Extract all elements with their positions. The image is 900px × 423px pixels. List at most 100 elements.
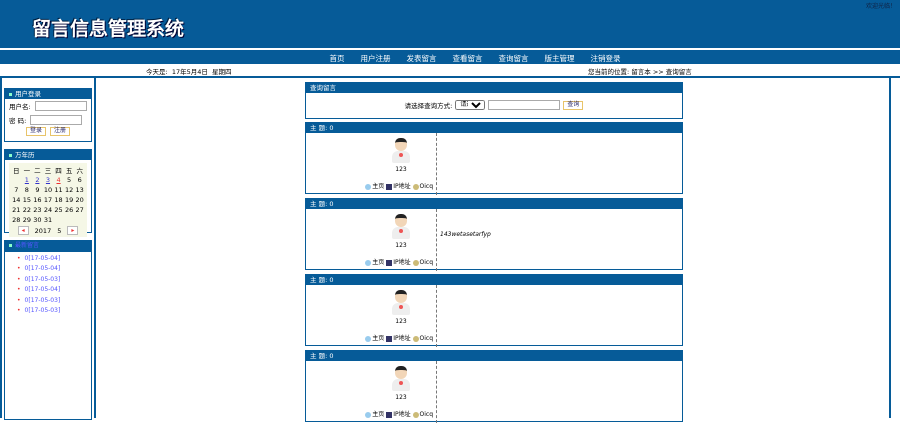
calendar-day[interactable]: 6	[74, 175, 85, 185]
calendar-day[interactable]: 27	[74, 205, 85, 215]
subject: 0	[329, 352, 334, 360]
calendar-day[interactable]: 31	[43, 215, 54, 225]
computer-icon	[386, 259, 393, 266]
calendar-day[interactable]: 23	[32, 205, 43, 215]
recent-item-link[interactable]: 0[17-05-04]	[25, 255, 61, 262]
password-input[interactable]	[30, 115, 83, 125]
calendar-day[interactable]: 13	[74, 185, 85, 195]
nav-post[interactable]: 发表留言	[400, 50, 444, 64]
calendar-day[interactable]: 22	[22, 205, 33, 215]
bullet-icon	[9, 244, 12, 247]
ip-link[interactable]: IP地址	[393, 335, 410, 342]
message-text: 143wetasetarfyp	[440, 231, 491, 238]
home-link[interactable]: 主页	[372, 335, 384, 342]
avatar	[390, 366, 412, 392]
breadcrumb: 您当前的位置: 留言本 >> 查询留言	[588, 66, 692, 76]
home-link[interactable]: 主页	[372, 183, 384, 190]
recent-item[interactable]: • 0[17-05-04]	[11, 264, 91, 275]
subject: 0	[329, 200, 334, 208]
recent-item-link[interactable]: 0[17-05-03]	[25, 307, 61, 314]
qq-link[interactable]: Oicq	[420, 183, 434, 190]
computer-icon	[386, 411, 393, 418]
recent-item-link[interactable]: 0[17-05-04]	[25, 286, 61, 293]
qq-link[interactable]: Oicq	[420, 259, 434, 266]
header: 留言信息管理系统 欢迎光临！	[0, 0, 900, 48]
search-input[interactable]	[488, 100, 561, 110]
calendar-day[interactable]: 3	[43, 175, 54, 185]
recent-item[interactable]: • 0[17-05-03]	[11, 296, 91, 307]
calendar-day[interactable]: 2	[32, 175, 43, 185]
home-link[interactable]: 主页	[372, 411, 384, 418]
search-button[interactable]: 查询	[563, 100, 584, 110]
calendar-day[interactable]: 15	[22, 195, 33, 205]
recent-title: 最新留言	[15, 242, 40, 249]
recent-item-link[interactable]: 0[17-05-03]	[25, 276, 61, 283]
recent-item[interactable]: • 0[17-05-03]	[11, 306, 91, 317]
recent-item[interactable]: • 0[17-05-03]	[11, 275, 91, 286]
calendar-day[interactable]: 1	[22, 175, 33, 185]
recent-item[interactable]: • 0[17-05-04]	[11, 285, 91, 296]
sidebar: 用户登录 用户名: 密 码: 登录 注册 万年历 日一二三四五六 12345678…	[0, 78, 96, 420]
calendar-day[interactable]: 7	[11, 185, 22, 195]
home-link[interactable]: 主页	[372, 259, 384, 266]
calendar-day[interactable]: 26	[64, 205, 75, 215]
nav-register[interactable]: 用户注册	[354, 50, 398, 64]
recent-panel: 最新留言 • 0[17-05-04] • 0[17-05-04] • 0[17-05-03…	[4, 240, 92, 420]
nav-logout[interactable]: 注销登录	[584, 50, 628, 64]
calendar-day[interactable]: 14	[11, 195, 22, 205]
author-name: 123	[395, 242, 407, 249]
calendar-grid: 日一二三四五六 1 2 3 4 5 6 7 8 9 10 11 12 13 14 15 16 17 18 19 20 2…	[11, 165, 85, 225]
username-input[interactable]	[34, 101, 87, 111]
weekday-header: 二	[34, 167, 41, 175]
prev-month-button[interactable]: ◂	[17, 226, 29, 235]
nav-home[interactable]: 首页	[323, 50, 352, 64]
calendar-day[interactable]: 9	[32, 185, 43, 195]
home-icon	[365, 335, 372, 342]
weekday-header: 六	[76, 167, 83, 175]
home-icon	[365, 411, 372, 418]
qq-link[interactable]: Oicq	[420, 335, 434, 342]
recent-item[interactable]: • 0[17-05-04]	[11, 254, 91, 265]
home-icon	[365, 183, 372, 190]
calendar-day[interactable]: 24	[43, 205, 54, 215]
calendar-day[interactable]: 4	[53, 175, 64, 185]
calendar-day[interactable]: 11	[53, 185, 64, 195]
next-month-button[interactable]: ▸	[67, 226, 79, 235]
calendar-day[interactable]: 29	[22, 215, 33, 225]
ip-link[interactable]: IP地址	[393, 411, 410, 418]
calendar-day[interactable]: 17	[43, 195, 54, 205]
calendar-day[interactable]: 20	[74, 195, 85, 205]
nav-search[interactable]: 查询留言	[492, 50, 536, 64]
subject: 0	[329, 124, 334, 132]
message-entry: 主 题: 0 123 主页 IP地址 Oicq	[305, 122, 683, 195]
calendar-day[interactable]: 16	[32, 195, 43, 205]
calendar-day[interactable]: 12	[64, 185, 75, 195]
bullet-icon: •	[17, 286, 21, 293]
date-label: 今天是:	[146, 68, 168, 76]
calendar-day[interactable]: 18	[53, 195, 64, 205]
ip-link[interactable]: IP地址	[393, 259, 410, 266]
calendar-day[interactable]: 28	[11, 215, 22, 225]
calendar-month: 5	[57, 226, 62, 235]
search-title: 查询留言	[306, 83, 682, 93]
search-type-select[interactable]: 请选择	[455, 100, 486, 110]
calendar-day[interactable]: 19	[64, 195, 75, 205]
recent-item-link[interactable]: 0[17-05-04]	[25, 265, 61, 272]
nav-view[interactable]: 查看留言	[446, 50, 490, 64]
calendar-day[interactable]: 25	[53, 205, 64, 215]
login-button[interactable]: 登录	[25, 127, 46, 136]
register-button[interactable]: 注册	[50, 127, 71, 136]
calendar-day[interactable]: 10	[43, 185, 54, 195]
calendar-day[interactable]: 5	[64, 175, 75, 185]
recent-item-link[interactable]: 0[17-05-03]	[25, 297, 61, 304]
avatar	[390, 214, 412, 240]
calendar-day[interactable]: 21	[11, 205, 22, 215]
calendar-day[interactable]: 8	[22, 185, 33, 195]
qq-link[interactable]: Oicq	[420, 411, 434, 418]
avatar	[390, 138, 412, 164]
calendar-day[interactable]: 30	[32, 215, 43, 225]
username-label: 用户名:	[9, 103, 31, 111]
calendar-day	[53, 215, 64, 225]
ip-link[interactable]: IP地址	[393, 183, 410, 190]
nav-admin[interactable]: 版主管理	[538, 50, 582, 64]
